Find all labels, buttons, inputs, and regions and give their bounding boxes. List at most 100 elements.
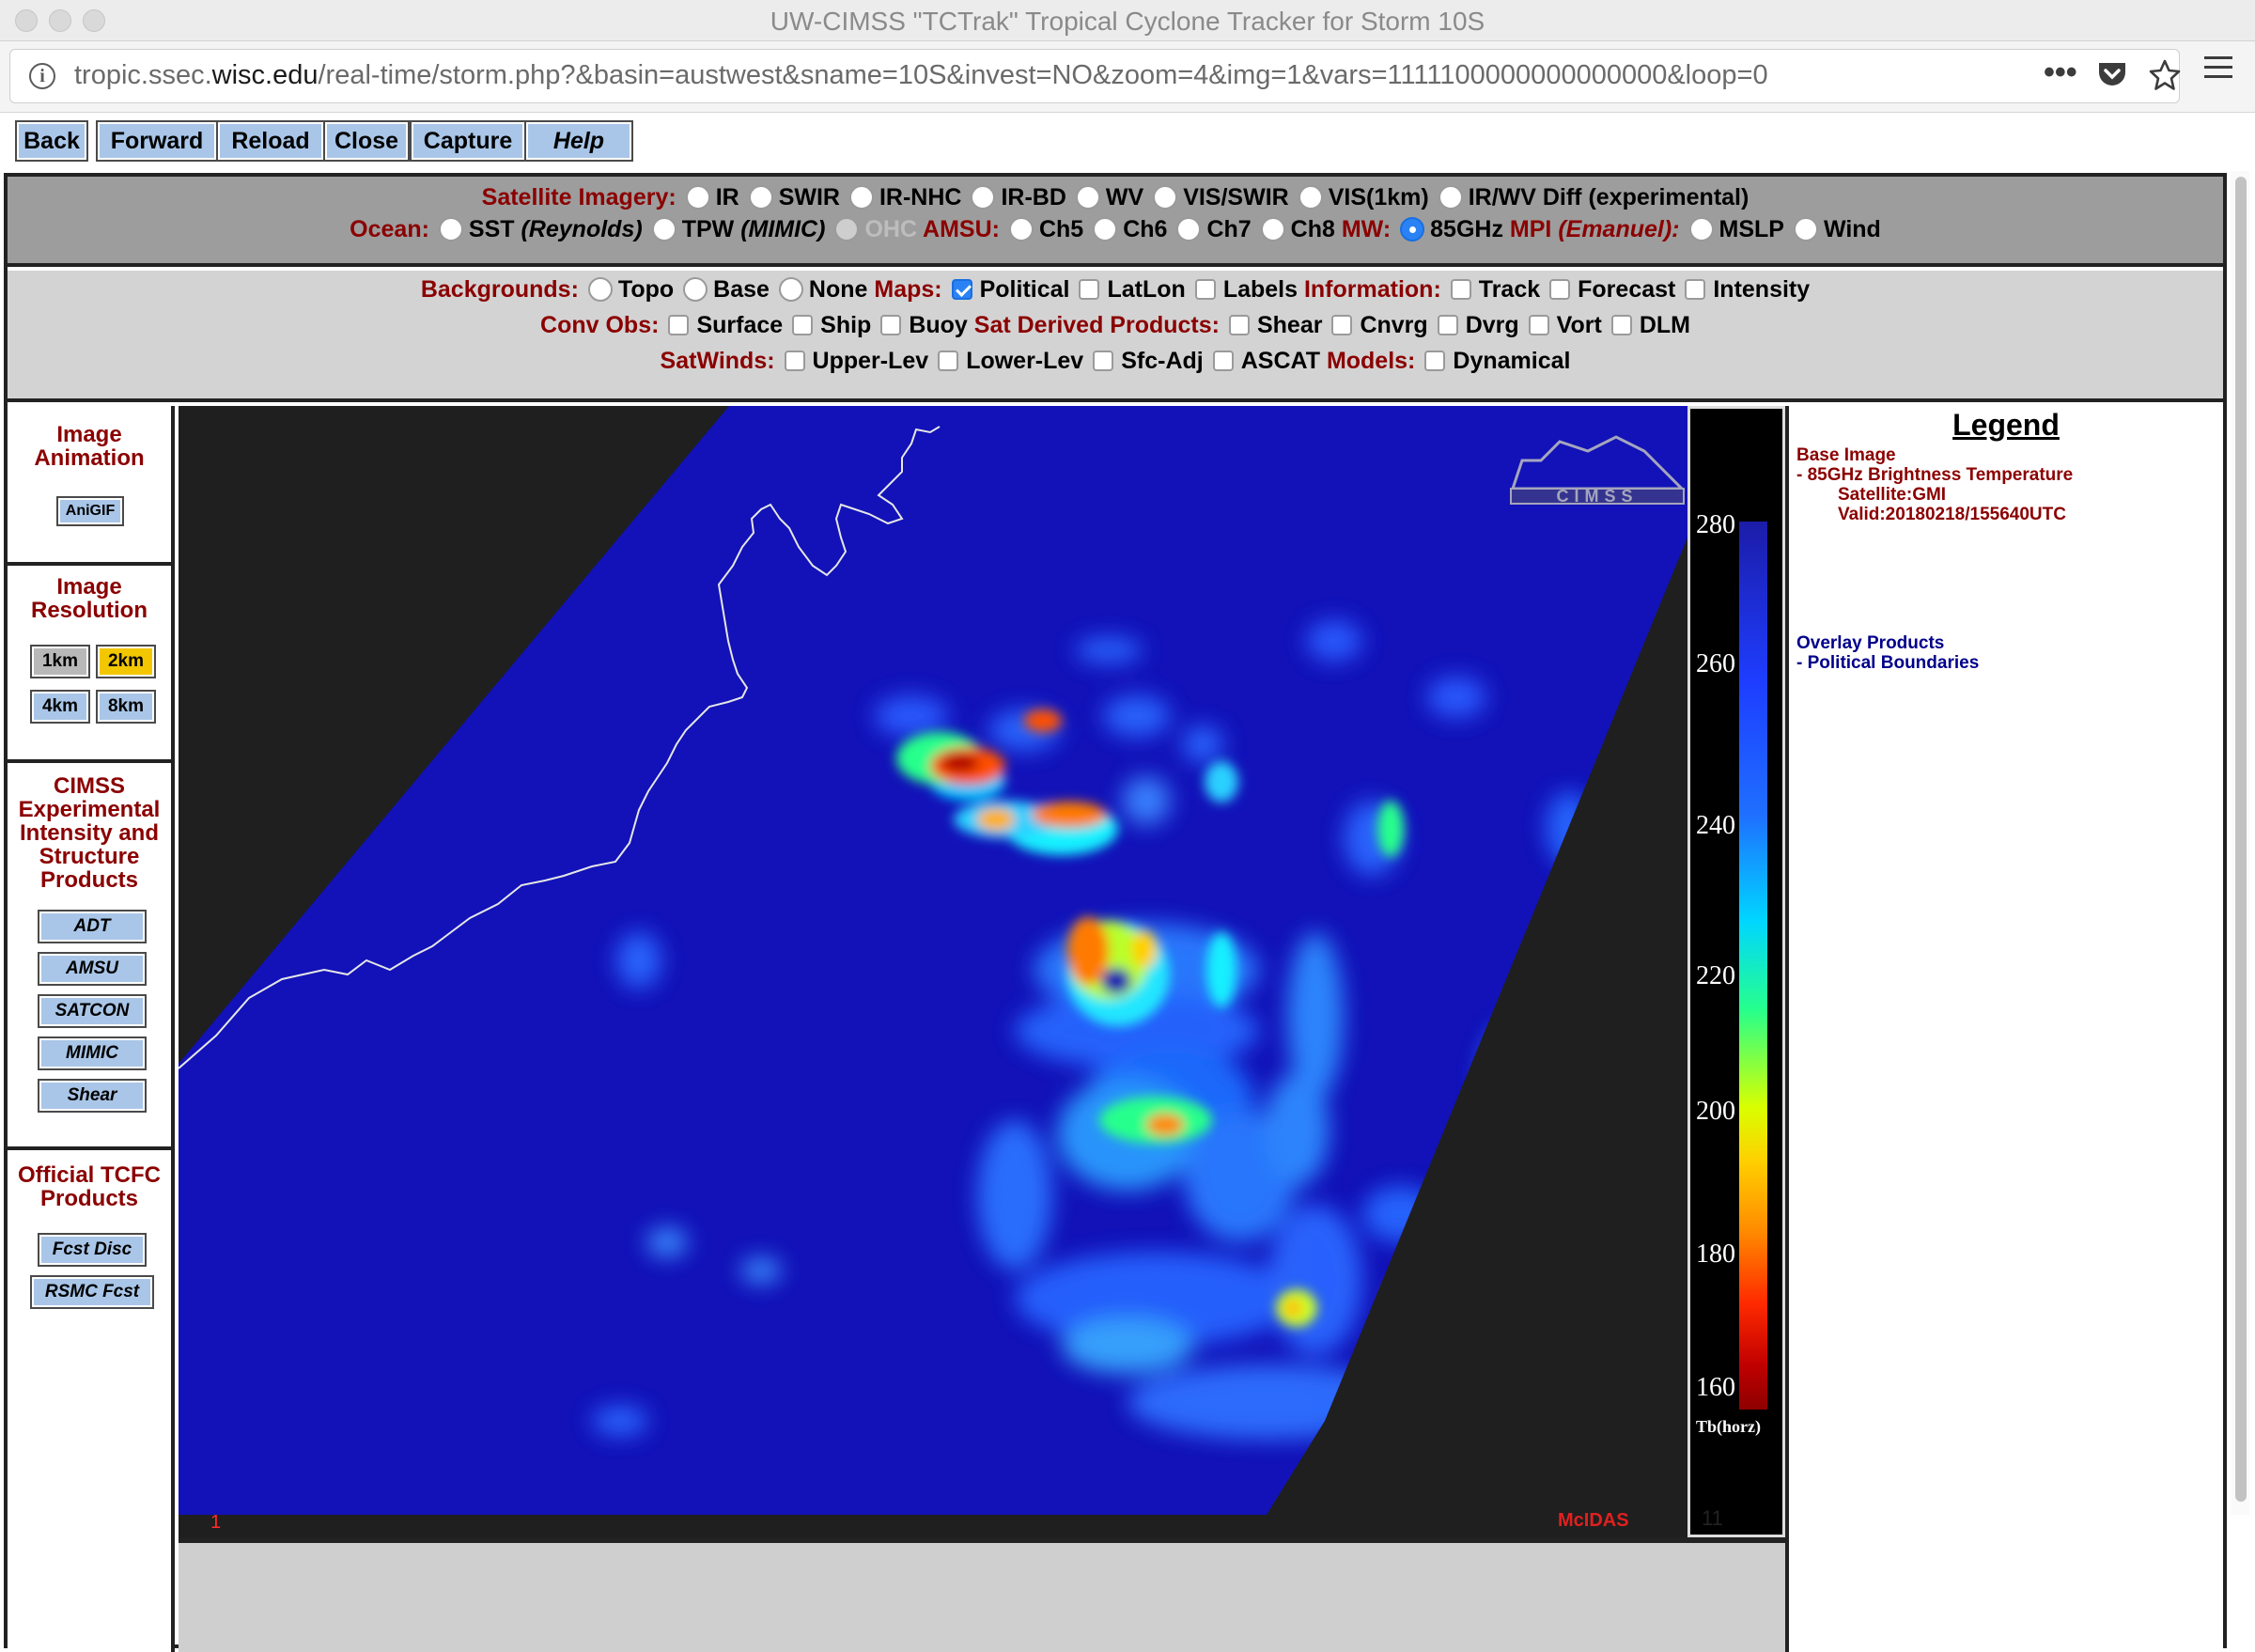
- checkbox-sfc-adj[interactable]: [1093, 351, 1114, 371]
- radio-vis-swir[interactable]: [1153, 185, 1178, 210]
- checkbox-intensity[interactable]: [1685, 279, 1706, 300]
- checkbox-dlm[interactable]: [1610, 315, 1632, 335]
- radio-85ghz[interactable]: [1400, 217, 1425, 242]
- checkbox-dvrg[interactable]: [1437, 315, 1458, 335]
- scrollbar-thumb[interactable]: [2235, 177, 2247, 1502]
- option-ch7-label: Ch7: [1206, 216, 1252, 242]
- option-none-label: None: [808, 276, 868, 303]
- colorbar-tick-160: 160: [1696, 1373, 1735, 1402]
- forward-button[interactable]: Forward: [96, 120, 218, 162]
- satcon-button[interactable]: SATCON: [38, 994, 147, 1028]
- conv-obs-label: Conv Obs:: [540, 312, 660, 338]
- res-2km-button[interactable]: 2km: [96, 645, 156, 678]
- radio-wind[interactable]: [1793, 217, 1818, 242]
- radio-base[interactable]: [683, 277, 708, 302]
- url-text[interactable]: tropic.ssec.wisc.edu/real-time/storm.php…: [74, 60, 1768, 91]
- checkbox-shear[interactable]: [1228, 315, 1250, 335]
- reload-button[interactable]: Reload: [216, 120, 325, 162]
- back-button[interactable]: Back: [15, 120, 88, 162]
- checkbox-dynamical[interactable]: [1424, 351, 1446, 371]
- option-intensity-label: Intensity: [1713, 276, 1811, 303]
- close-button[interactable]: Close: [323, 120, 410, 162]
- cimss-title-4: Structure: [39, 844, 140, 869]
- res-8km-button[interactable]: 8km: [96, 690, 156, 724]
- ocean-label: Ocean:: [350, 216, 429, 242]
- radio-ch6[interactable]: [1093, 217, 1118, 242]
- checkbox-upper-lev[interactable]: [784, 351, 805, 371]
- radio-ir[interactable]: [685, 185, 710, 210]
- cimss-logo-text: CIMSS: [1556, 487, 1638, 506]
- checkbox-ascat[interactable]: [1212, 351, 1234, 371]
- checkbox-forecast[interactable]: [1549, 279, 1571, 300]
- radio-ohc: [834, 217, 860, 242]
- mpi-label: MPI: [1509, 216, 1552, 242]
- url-path: /real-time/storm.php?&basin=austwest&sna…: [318, 60, 1768, 90]
- fcst-disc-button[interactable]: Fcst Disc: [38, 1233, 147, 1267]
- res-1km-button[interactable]: 1km: [30, 645, 90, 678]
- anigif-button[interactable]: AniGIF: [56, 496, 124, 526]
- radio-mslp[interactable]: [1688, 217, 1714, 242]
- page-actions-icon[interactable]: •••: [2044, 55, 2077, 89]
- cimss-products-section: CIMSS Experimental Intensity and Structu…: [8, 763, 171, 1150]
- checkbox-political[interactable]: [951, 279, 972, 300]
- information-label: Information:: [1303, 276, 1441, 303]
- capture-button[interactable]: Capture: [410, 120, 526, 162]
- option-ohc-label: OHC: [864, 216, 917, 242]
- satellite-image[interactable]: CIMSS 1 McIDAS: [179, 406, 1687, 1537]
- rsmc-fcst-button[interactable]: RSMC Fcst: [30, 1275, 154, 1309]
- hamburger-menu-icon[interactable]: [2204, 56, 2232, 81]
- page-scrollbar[interactable]: [2231, 171, 2249, 1515]
- window-title: UW-CIMSS "TCTrak" Tropical Cyclone Track…: [770, 7, 1485, 36]
- amsu-label: AMSU:: [923, 216, 1000, 242]
- option-ir-wv-diff-label: IR/WV Diff (experimental): [1468, 184, 1750, 210]
- shear-button[interactable]: Shear: [38, 1079, 147, 1113]
- cimss-title-1: CIMSS: [53, 773, 125, 799]
- checkbox-latlon[interactable]: [1079, 279, 1100, 300]
- address-bar[interactable]: i tropic.ssec.wisc.edu/real-time/storm.p…: [9, 49, 2181, 103]
- backgrounds-label: Backgrounds:: [420, 276, 579, 303]
- tpw-source-label: (MIMIC): [740, 216, 826, 242]
- radio-ir-nhc[interactable]: [848, 185, 874, 210]
- checkbox-cnvrg[interactable]: [1331, 315, 1353, 335]
- imagery-options-panel: Satellite Imagery: IR SWIR IR-NHC IR-BD WV VIS…: [8, 177, 2223, 267]
- radio-topo[interactable]: [587, 277, 613, 302]
- radio-wv[interactable]: [1075, 185, 1100, 210]
- checkbox-surface[interactable]: [668, 315, 690, 335]
- checkbox-track[interactable]: [1450, 279, 1471, 300]
- models-label: Models:: [1326, 348, 1416, 374]
- radio-vis-1km[interactable]: [1298, 185, 1323, 210]
- radio-ir-bd[interactable]: [971, 185, 996, 210]
- animation-section: Image Animation AniGIF: [8, 406, 171, 566]
- color-scale-bar: 280 260 240 220 200 180 160 Tb(horz) 11: [1687, 406, 1785, 1537]
- radio-tpw[interactable]: [651, 217, 676, 242]
- browser-navbar: i tropic.ssec.wisc.edu/real-time/storm.p…: [0, 41, 2255, 113]
- checkbox-labels[interactable]: [1194, 279, 1216, 300]
- adt-button[interactable]: ADT: [38, 910, 147, 943]
- checkbox-ship[interactable]: [792, 315, 814, 335]
- radio-ir-wv-diff[interactable]: [1438, 185, 1463, 210]
- option-ascat-label: ASCAT: [1240, 348, 1320, 374]
- checkbox-buoy[interactable]: [880, 315, 902, 335]
- pocket-icon[interactable]: [2097, 61, 2127, 89]
- res-4km-button[interactable]: 4km: [30, 690, 90, 724]
- image-footer-area: [179, 1537, 1785, 1652]
- radio-ch7[interactable]: [1176, 217, 1202, 242]
- radio-none[interactable]: [778, 277, 803, 302]
- cimss-title-5: Products: [39, 867, 138, 893]
- help-button[interactable]: Help: [524, 120, 633, 162]
- radio-swir[interactable]: [748, 185, 773, 210]
- checkbox-lower-lev[interactable]: [938, 351, 959, 371]
- tcfc-title-1: Official TCFC: [17, 1162, 161, 1188]
- mimic-button[interactable]: MIMIC: [38, 1036, 147, 1070]
- site-info-icon[interactable]: i: [29, 63, 55, 89]
- satwinds-models-row: SatWinds: Upper-Lev Lower-Lev Sfc-Adj ASCAT …: [8, 348, 2223, 375]
- radio-ch8[interactable]: [1260, 217, 1285, 242]
- conv-obs-row: Conv Obs: Surface Ship Buoy Sat Derived Pro…: [8, 312, 2223, 339]
- radio-sst[interactable]: [438, 217, 463, 242]
- checkbox-vort[interactable]: [1528, 315, 1549, 335]
- legend-title: Legend: [1952, 408, 2060, 442]
- radio-ch5[interactable]: [1008, 217, 1034, 242]
- amsu-button[interactable]: AMSU: [38, 952, 147, 986]
- option-ir-bd-label: IR-BD: [1001, 184, 1066, 210]
- bookmark-star-icon[interactable]: [2149, 59, 2181, 91]
